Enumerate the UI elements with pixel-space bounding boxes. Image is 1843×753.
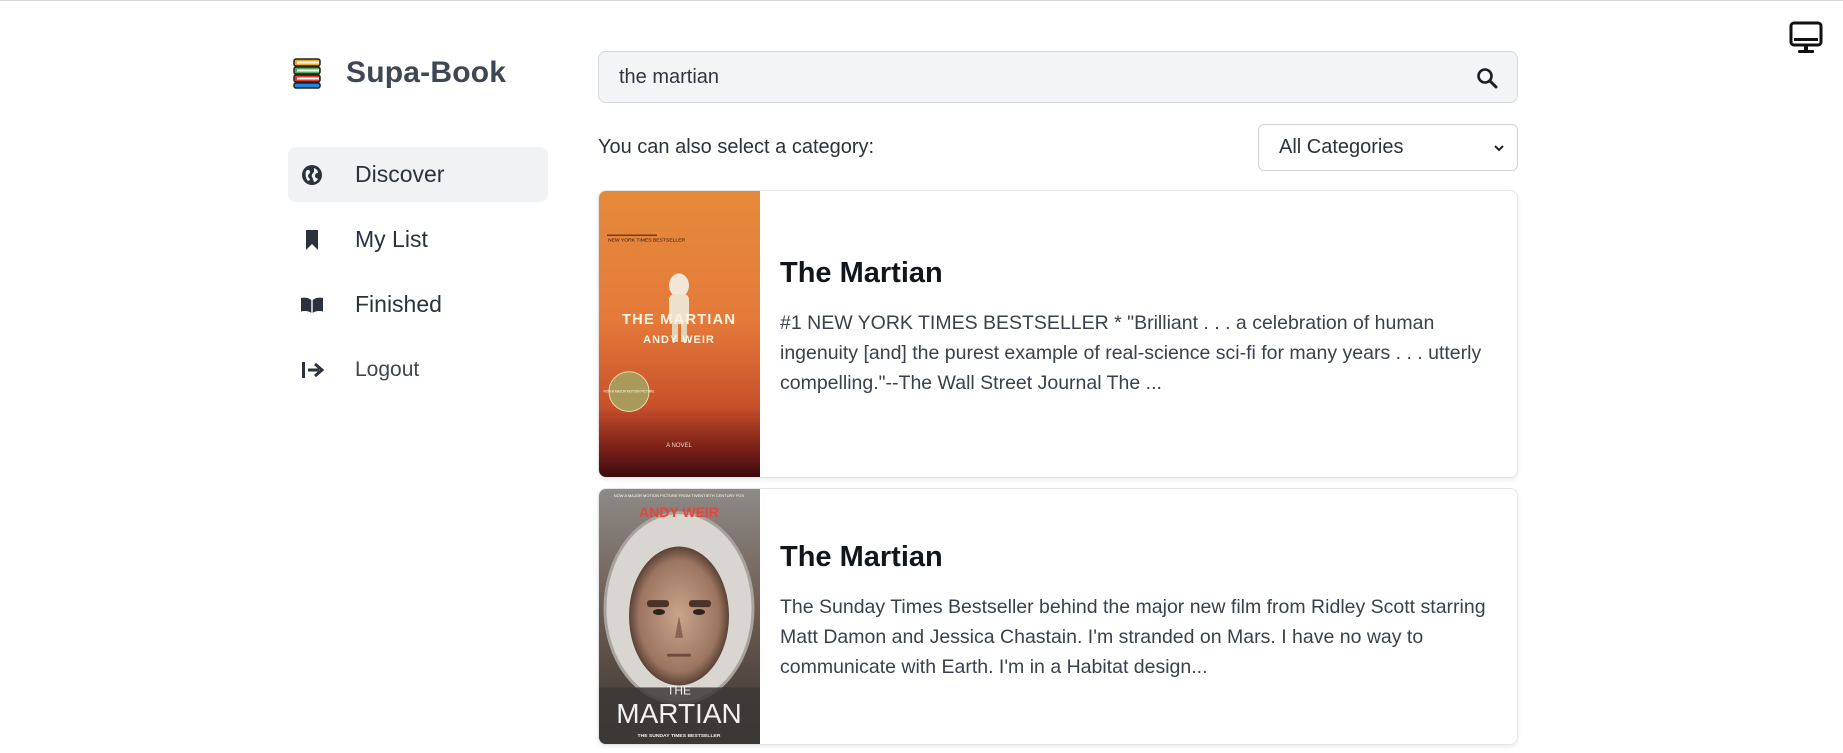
book-title[interactable]: The Martian — [780, 257, 1493, 290]
bookmark-icon — [300, 228, 324, 252]
sidebar-item-finished[interactable]: Finished — [288, 277, 548, 332]
cover-title: MARTIAN — [616, 698, 741, 729]
cover-footer: A NOVEL — [666, 443, 692, 449]
cover-seal: NOW A MAJOR MOTION PICTURE — [604, 390, 655, 394]
sidebar-item-discover[interactable]: Discover — [288, 147, 548, 202]
search-input[interactable] — [619, 52, 1459, 102]
book-cover-image[interactable]: NOW A MAJOR MOTION PICTURE FROM TWENTIET… — [599, 489, 760, 744]
cover-author: ANDY WEIR — [639, 504, 719, 520]
cover-badge: NEW YORK TIMES BESTSELLER — [608, 238, 686, 244]
sidebar-item-label: My List — [355, 226, 428, 252]
monitor-icon[interactable] — [1788, 20, 1824, 56]
search-icon[interactable] — [1475, 66, 1499, 90]
book-description: #1 NEW YORK TIMES BESTSELLER * "Brillian… — [780, 312, 1482, 394]
logout-icon — [300, 358, 324, 382]
sidebar-item-my-list[interactable]: My List — [288, 212, 548, 267]
sidebar-item-logout[interactable]: Logout — [288, 342, 548, 397]
cover-title-top: THE — [667, 683, 691, 697]
sidebar-item-label: Finished — [355, 291, 442, 317]
open-book-icon — [300, 293, 324, 317]
book-info: The Martian The Sunday Times Bestseller … — [780, 541, 1493, 682]
book-title[interactable]: The Martian — [780, 541, 1493, 574]
cover-title: THE MARTIAN — [622, 311, 736, 328]
category-select[interactable]: All Categories — [1258, 124, 1518, 171]
search-box — [598, 51, 1518, 103]
book-info: The Martian #1 NEW YORK TIMES BESTSELLER… — [780, 257, 1493, 398]
sidebar-item-label: Logout — [355, 357, 420, 381]
chevron-down-icon — [1494, 145, 1504, 152]
sidebar-item-label: Discover — [355, 161, 445, 187]
category-selected: All Categories — [1279, 136, 1404, 158]
cover-author: ANDY WEIR — [643, 334, 715, 346]
category-label: You can also select a category: — [598, 136, 875, 158]
sidebar-nav: Discover My List Finished Logout — [288, 147, 548, 407]
app-name: Supa-Book — [346, 56, 507, 89]
top-border — [0, 0, 1843, 1]
cover-footer: THE SUNDAY TIMES BESTSELLER — [638, 733, 721, 739]
books-stack-icon — [293, 58, 321, 89]
book-card[interactable]: NEW YORK TIMES BESTSELLER THE MARTIAN AN… — [598, 190, 1518, 478]
book-cover-image[interactable]: NEW YORK TIMES BESTSELLER THE MARTIAN AN… — [599, 191, 760, 477]
cover-badge: NOW A MAJOR MOTION PICTURE FROM TWENTIET… — [614, 493, 745, 498]
globe-icon — [300, 163, 324, 187]
app-logo[interactable]: Supa-Book — [291, 56, 506, 90]
book-card[interactable]: NOW A MAJOR MOTION PICTURE FROM TWENTIET… — [598, 488, 1518, 745]
book-description: The Sunday Times Bestseller behind the m… — [780, 596, 1486, 678]
